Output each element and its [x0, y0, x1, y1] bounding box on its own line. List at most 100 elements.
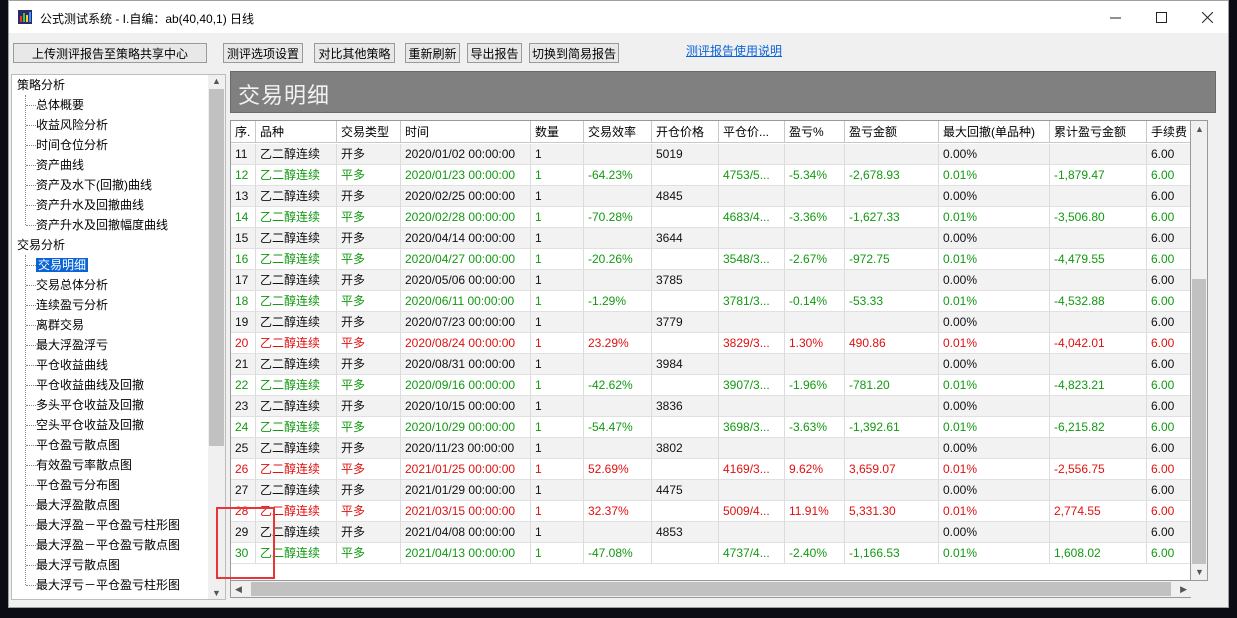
tree-item[interactable]: 空头平仓收益及回撤: [36, 415, 144, 435]
tree-item[interactable]: 交易总体分析: [36, 275, 108, 295]
close-button[interactable]: [1184, 1, 1230, 33]
table-cell: 6.00: [1147, 144, 1190, 165]
refresh-button[interactable]: 重新刷新: [405, 43, 460, 63]
export-report-button[interactable]: 导出报告: [467, 43, 522, 63]
tree-item[interactable]: 平仓收益曲线: [36, 355, 108, 375]
tree-item[interactable]: 离群交易: [36, 315, 84, 335]
scroll-down-icon[interactable]: ▼: [212, 588, 221, 598]
table-cell: [845, 480, 939, 501]
compare-strategies-button[interactable]: 对比其他策略: [314, 43, 395, 63]
column-header[interactable]: 累计盈亏金额: [1050, 121, 1147, 143]
scroll-left-icon[interactable]: ◀: [235, 584, 242, 595]
table-cell: 乙二醇连续: [256, 144, 337, 165]
tree-item[interactable]: 资产曲线: [36, 155, 84, 175]
tree-connector: [26, 185, 36, 186]
column-header[interactable]: 手续费: [1147, 121, 1190, 143]
table-vertical-scrollbar[interactable]: ▲ ▼: [1191, 120, 1208, 581]
table-cell: [845, 270, 939, 291]
table-cell: 6.00: [1147, 543, 1190, 564]
table-cell: [584, 186, 652, 207]
tree-item[interactable]: 收益风险分析: [36, 115, 108, 135]
tree-item[interactable]: 资产及水下(回撤)曲线: [36, 175, 152, 195]
table-vscroll-thumb[interactable]: [1192, 279, 1206, 564]
column-header[interactable]: 盈亏金额: [845, 121, 939, 143]
table-cell: 17: [231, 270, 256, 291]
highlight-box: [216, 507, 275, 579]
table-cell: 490.86: [845, 333, 939, 354]
table-cell: 2,774.55: [1050, 501, 1147, 522]
test-options-button[interactable]: 测评选项设置: [223, 43, 303, 63]
column-header[interactable]: 开仓价格: [652, 121, 719, 143]
column-header[interactable]: 品种: [256, 121, 337, 143]
scroll-up-icon[interactable]: ▲: [212, 76, 221, 86]
upload-report-button[interactable]: 上传测评报告至策略共享中心: [13, 43, 207, 63]
switch-simple-report-button[interactable]: 切换到简易报告: [529, 43, 619, 63]
table-cell: 6.00: [1147, 522, 1190, 543]
table-cell: 乙二醇连续: [256, 228, 337, 249]
close-icon: [1201, 11, 1213, 23]
table-cell: 6.00: [1147, 354, 1190, 375]
tree-connector: [26, 165, 36, 166]
table-horizontal-scrollbar[interactable]: ◀ ▶: [230, 581, 1191, 598]
table-cell: -2,678.93: [845, 165, 939, 186]
tree-connector-line: [25, 255, 26, 585]
tree-item[interactable]: 多头平仓收益及回撤: [36, 395, 144, 415]
tree-item[interactable]: 最大浮盈散点图: [36, 495, 120, 515]
tree-scroll-thumb[interactable]: [209, 89, 224, 446]
tree-item[interactable]: 平仓盈亏散点图: [36, 435, 120, 455]
table-cell: [584, 144, 652, 165]
tree-item[interactable]: 平仓盈亏分布图: [36, 475, 120, 495]
scroll-down-icon[interactable]: ▼: [1195, 567, 1204, 577]
table-cell: 1: [531, 459, 584, 480]
tree-item[interactable]: 连续盈亏分析: [36, 295, 108, 315]
table-cell: 2020/04/14 00:00:00: [401, 228, 531, 249]
tree-connector: [26, 545, 36, 546]
tree-item[interactable]: 有效盈亏率散点图: [36, 455, 132, 475]
column-header[interactable]: 序.: [231, 121, 256, 143]
column-header[interactable]: 数量: [531, 121, 584, 143]
tree-connector: [26, 565, 36, 566]
column-header[interactable]: 盈亏%: [785, 121, 845, 143]
tree-connector: [26, 125, 36, 126]
table-cell: 23.29%: [584, 333, 652, 354]
column-header[interactable]: 交易类型: [337, 121, 401, 143]
tree-connector: [26, 505, 36, 506]
table-cell: 0.01%: [939, 333, 1050, 354]
maximize-button[interactable]: [1138, 1, 1184, 33]
tree-connector-line: [25, 95, 26, 225]
tree-item[interactable]: 最大浮亏－平仓盈亏柱形图: [36, 575, 180, 595]
table-cell: 2020/02/25 00:00:00: [401, 186, 531, 207]
column-header[interactable]: 交易效率: [584, 121, 652, 143]
tree-connector: [26, 145, 36, 146]
table-cell: [584, 354, 652, 375]
tree-item[interactable]: 资产升水及回撤曲线: [36, 195, 144, 215]
tree-item-selected[interactable]: 交易明细: [36, 255, 89, 275]
table-cell: [845, 354, 939, 375]
tree-item[interactable]: 最大浮亏散点图: [36, 555, 120, 575]
table-cell: 5019: [652, 144, 719, 165]
table-hscroll-thumb[interactable]: [251, 582, 1171, 596]
tree-connector: [26, 425, 36, 426]
report-help-link[interactable]: 测评报告使用说明: [686, 42, 782, 59]
table-cell: -2.67%: [785, 249, 845, 270]
tree-item[interactable]: 平仓收益曲线及回撤: [36, 375, 144, 395]
tree-item[interactable]: 总体概要: [36, 95, 84, 115]
tree-item[interactable]: 最大浮盈－平仓盈亏柱形图: [36, 515, 180, 535]
table-cell: 11: [231, 144, 256, 165]
tree-item[interactable]: 最大浮盈－平仓盈亏散点图: [36, 535, 180, 555]
tree-item[interactable]: 最大浮盈浮亏: [36, 335, 108, 355]
tree-item[interactable]: 时间仓位分析: [36, 135, 108, 155]
tree-group-label[interactable]: 策略分析: [17, 75, 65, 95]
tree-item[interactable]: 资产升水及回撤幅度曲线: [36, 215, 168, 235]
table-cell: 3829/3...: [719, 333, 785, 354]
column-header[interactable]: 时间: [401, 121, 531, 143]
minimize-button[interactable]: [1092, 1, 1138, 33]
tree-group-label[interactable]: 交易分析: [17, 235, 65, 255]
scroll-up-icon[interactable]: ▲: [1195, 124, 1204, 134]
column-header[interactable]: 最大回撤(单品种): [939, 121, 1050, 143]
column-header[interactable]: 平仓价...: [719, 121, 785, 143]
scroll-right-icon[interactable]: ▶: [1180, 584, 1187, 595]
table-cell: 15: [231, 228, 256, 249]
tree-connector: [26, 365, 36, 366]
table-cell: 1: [531, 228, 584, 249]
